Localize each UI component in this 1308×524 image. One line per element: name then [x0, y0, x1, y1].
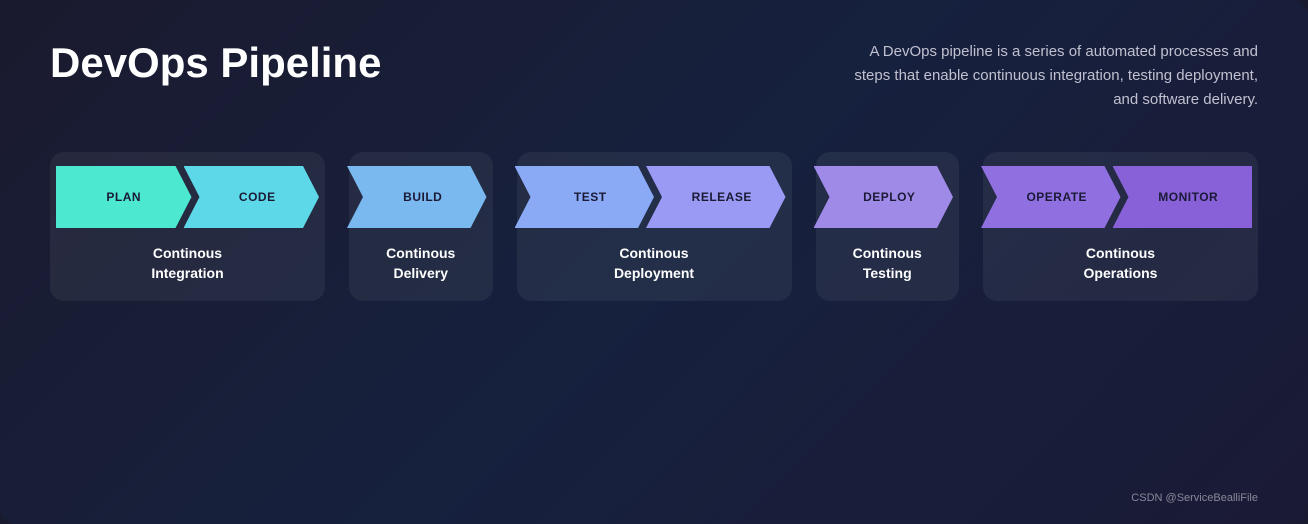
stage-plan: PLAN [56, 166, 192, 228]
stage-label-deploy: DEPLOY [851, 190, 915, 204]
group-label-co: ContinousOperations [1084, 244, 1158, 283]
stage-monitor: MONITOR [1113, 166, 1253, 228]
stage-operate: OPERATE [981, 166, 1121, 228]
stage-test: TEST [515, 166, 655, 228]
header-section: DevOps Pipeline A DevOps pipeline is a s… [50, 40, 1258, 112]
main-container: DevOps Pipeline A DevOps pipeline is a s… [0, 0, 1308, 524]
stage-label-build: BUILD [391, 190, 442, 204]
page-title: DevOps Pipeline [50, 40, 381, 86]
group-box-co: OPERATE MONITOR ContinousOperations [983, 152, 1258, 301]
stage-code: CODE [184, 166, 320, 228]
group-box-ci: PLAN CODE ContinousIntegration [50, 152, 325, 301]
stage-build: BUILD [347, 166, 487, 228]
description-text: A DevOps pipeline is a series of automat… [838, 40, 1258, 112]
stage-label-plan: PLAN [106, 190, 141, 204]
stage-label-code: CODE [227, 190, 276, 204]
stage-label-test: TEST [562, 190, 607, 204]
stage-label-monitor: MONITOR [1146, 190, 1218, 204]
group-box-ct: DEPLOY ContinousTesting [816, 152, 960, 301]
stage-deploy: DEPLOY [814, 166, 954, 228]
group-label-cdep: ContinousDeployment [614, 244, 694, 283]
group-label-ct: ContinousTesting [853, 244, 922, 283]
group-box-cdep: TEST RELEASE ContinousDeployment [517, 152, 792, 301]
stage-release: RELEASE [646, 166, 786, 228]
group-box-cd: BUILD ContinousDelivery [349, 152, 493, 301]
stage-label-operate: OPERATE [1014, 190, 1087, 204]
group-label-ci: ContinousIntegration [151, 244, 223, 283]
pipeline-groups: PLAN CODE ContinousIntegration BUILD Contino… [50, 152, 1258, 301]
stage-label-release: RELEASE [680, 190, 752, 204]
group-label-cd: ContinousDelivery [386, 244, 455, 283]
footer-credit: CSDN @ServiceBealliFile [1131, 492, 1258, 504]
